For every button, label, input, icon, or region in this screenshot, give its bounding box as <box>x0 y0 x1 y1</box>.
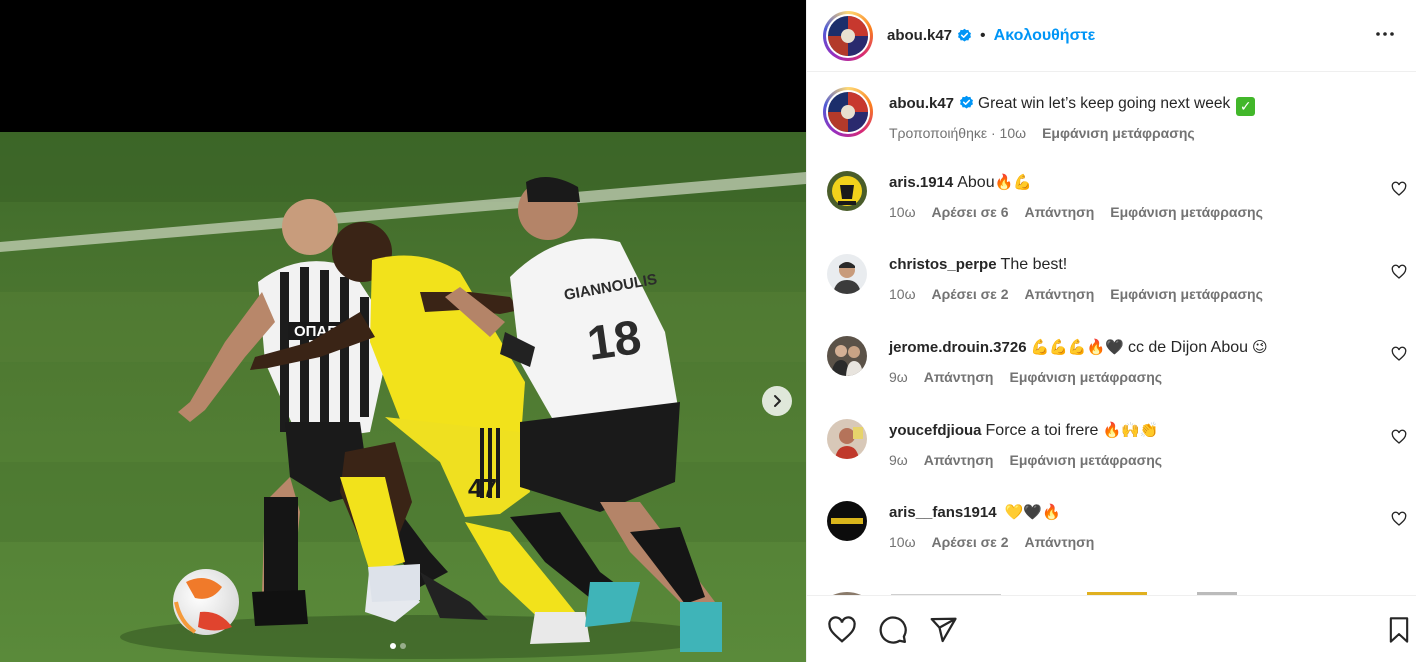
comment-item: jerome.drouin.3726 💪💪💪🔥🖤 cc de Dijon Abou 😉… <box>827 336 1407 385</box>
comment-item-partial <box>827 585 1407 595</box>
reply-button[interactable]: Απάντηση <box>1025 204 1095 220</box>
comment-likes-link[interactable]: Αρέσει σε 2 <box>932 286 1009 302</box>
story-ring[interactable] <box>823 10 873 61</box>
post-actions-bar <box>807 595 1416 662</box>
comment-username[interactable]: jerome.drouin.3726 <box>889 339 1027 356</box>
fire-pray-clap-emoji-icon: 🔥🙌👏 <box>1102 421 1159 439</box>
more-horizontal-icon <box>1376 32 1394 36</box>
bookmark-icon[interactable] <box>1385 615 1413 645</box>
comment-time: 10ω <box>889 534 916 550</box>
heart-icon[interactable] <box>1391 429 1407 445</box>
comment-username[interactable]: christos_perpe <box>889 256 997 273</box>
svg-text:47: 47 <box>468 473 497 503</box>
story-ring[interactable] <box>823 87 873 137</box>
carousel-indicator <box>390 643 406 649</box>
heart-icon[interactable] <box>1391 264 1407 280</box>
see-translation-link[interactable]: Εμφάνιση μετάφρασης <box>1009 452 1162 468</box>
flex-fire-heart-emoji-icon: 💪💪💪🔥🖤 <box>1030 338 1124 356</box>
see-translation-link[interactable]: Εμφάνιση μετάφρασης <box>1110 204 1263 220</box>
avatar[interactable] <box>827 501 867 541</box>
comment-text: The best! <box>1000 256 1068 273</box>
follow-button[interactable]: Ακολουθήστε <box>994 27 1096 45</box>
avatar[interactable] <box>827 254 867 294</box>
comment-time: 10ω <box>889 204 916 220</box>
reply-button[interactable]: Απάντηση <box>924 369 994 385</box>
post-modal: ΟΠΑΠ 47 GIANNOULIS 18 abou.k47 • Ακολουθ… <box>0 0 1416 662</box>
see-translation-link[interactable]: Εμφάνιση μετάφρασης <box>1110 286 1263 302</box>
verified-badge-icon <box>958 28 971 42</box>
post-caption: abou.k47 Great win let’s keep going next… <box>823 87 1256 141</box>
share-icon[interactable] <box>928 615 958 645</box>
separator-dot: • <box>980 26 986 44</box>
svg-text:18: 18 <box>584 311 644 371</box>
comment-item: christos_perpe The best! 10ω Αρέσει σε 2 … <box>827 254 1407 302</box>
more-options-button[interactable] <box>1373 22 1397 46</box>
reply-button[interactable]: Απάντηση <box>1025 534 1095 550</box>
avatar[interactable] <box>827 171 867 211</box>
caption-text: Great win let’s keep going next week <box>978 95 1231 112</box>
post-author-username[interactable]: abou.k47 <box>887 27 952 44</box>
heart-icon[interactable] <box>1391 346 1407 362</box>
comments-list[interactable]: abou.k47 Great win let’s keep going next… <box>807 73 1416 595</box>
comment-likes-link[interactable]: Αρέσει σε 2 <box>932 534 1009 550</box>
heart-icon[interactable] <box>827 615 857 645</box>
comment-item: aris__fans1914 💛🖤🔥 10ω Αρέσει σε 2 Απάντη… <box>827 501 1407 550</box>
comment-text: Force a toi frere <box>985 422 1099 439</box>
check-emoji-icon: ✓ <box>1236 97 1256 116</box>
comment-text: cc de Dijon Abou <box>1127 339 1249 356</box>
caption-username[interactable]: abou.k47 <box>889 95 954 112</box>
avatar[interactable] <box>827 419 867 459</box>
wink-emoji-icon: 😉 <box>1252 338 1268 356</box>
reply-button[interactable]: Απάντηση <box>924 452 994 468</box>
post-header: abou.k47 • Ακολουθήστε <box>807 0 1416 72</box>
heart-fire-emoji-icon: 💛🖤🔥 <box>1004 503 1061 521</box>
comment-username[interactable]: youcefdjioua <box>889 422 982 439</box>
comment-username[interactable]: aris__fans1914 <box>889 504 997 521</box>
comment-username[interactable]: aris.1914 <box>889 174 953 191</box>
comment-time: 9ω <box>889 369 908 385</box>
carousel-dot <box>400 643 406 649</box>
comment-item: aris.1914 Abou🔥💪 10ω Αρέσει σε 6 Απάντηση… <box>827 171 1407 220</box>
post-photo[interactable]: ΟΠΑΠ 47 GIANNOULIS 18 <box>0 132 806 662</box>
see-translation-link[interactable]: Εμφάνιση μετάφρασης <box>1042 125 1195 141</box>
avatar[interactable] <box>827 336 867 376</box>
avatar <box>828 15 868 56</box>
post-side-panel: abou.k47 • Ακολουθήστε abou.k47 Great wi… <box>806 0 1416 662</box>
reply-button[interactable]: Απάντηση <box>1025 286 1095 302</box>
avatar <box>828 92 868 132</box>
football <box>173 569 239 635</box>
verified-badge-icon <box>960 95 973 109</box>
fire-flex-emoji-icon: 🔥💪 <box>994 173 1032 191</box>
carousel-dot <box>390 643 396 649</box>
heart-icon[interactable] <box>1391 511 1407 527</box>
comment-time: 9ω <box>889 452 908 468</box>
comment-icon[interactable] <box>878 615 908 645</box>
see-translation-link[interactable]: Εμφάνιση μετάφρασης <box>1009 369 1162 385</box>
caption-edited-time: Τροποποιήθηκε · 10ω <box>889 125 1027 141</box>
heart-icon[interactable] <box>1391 181 1407 197</box>
comment-text: Abou <box>957 174 995 191</box>
media-panel: ΟΠΑΠ 47 GIANNOULIS 18 <box>0 0 806 662</box>
comment-likes-link[interactable]: Αρέσει σε 6 <box>932 204 1009 220</box>
comment-time: 10ω <box>889 286 916 302</box>
chevron-right-icon <box>774 395 781 407</box>
comment-item: youcefdjioua Force a toi frere 🔥🙌👏 9ω Απάν… <box>827 419 1407 468</box>
carousel-next-button[interactable] <box>762 386 792 416</box>
